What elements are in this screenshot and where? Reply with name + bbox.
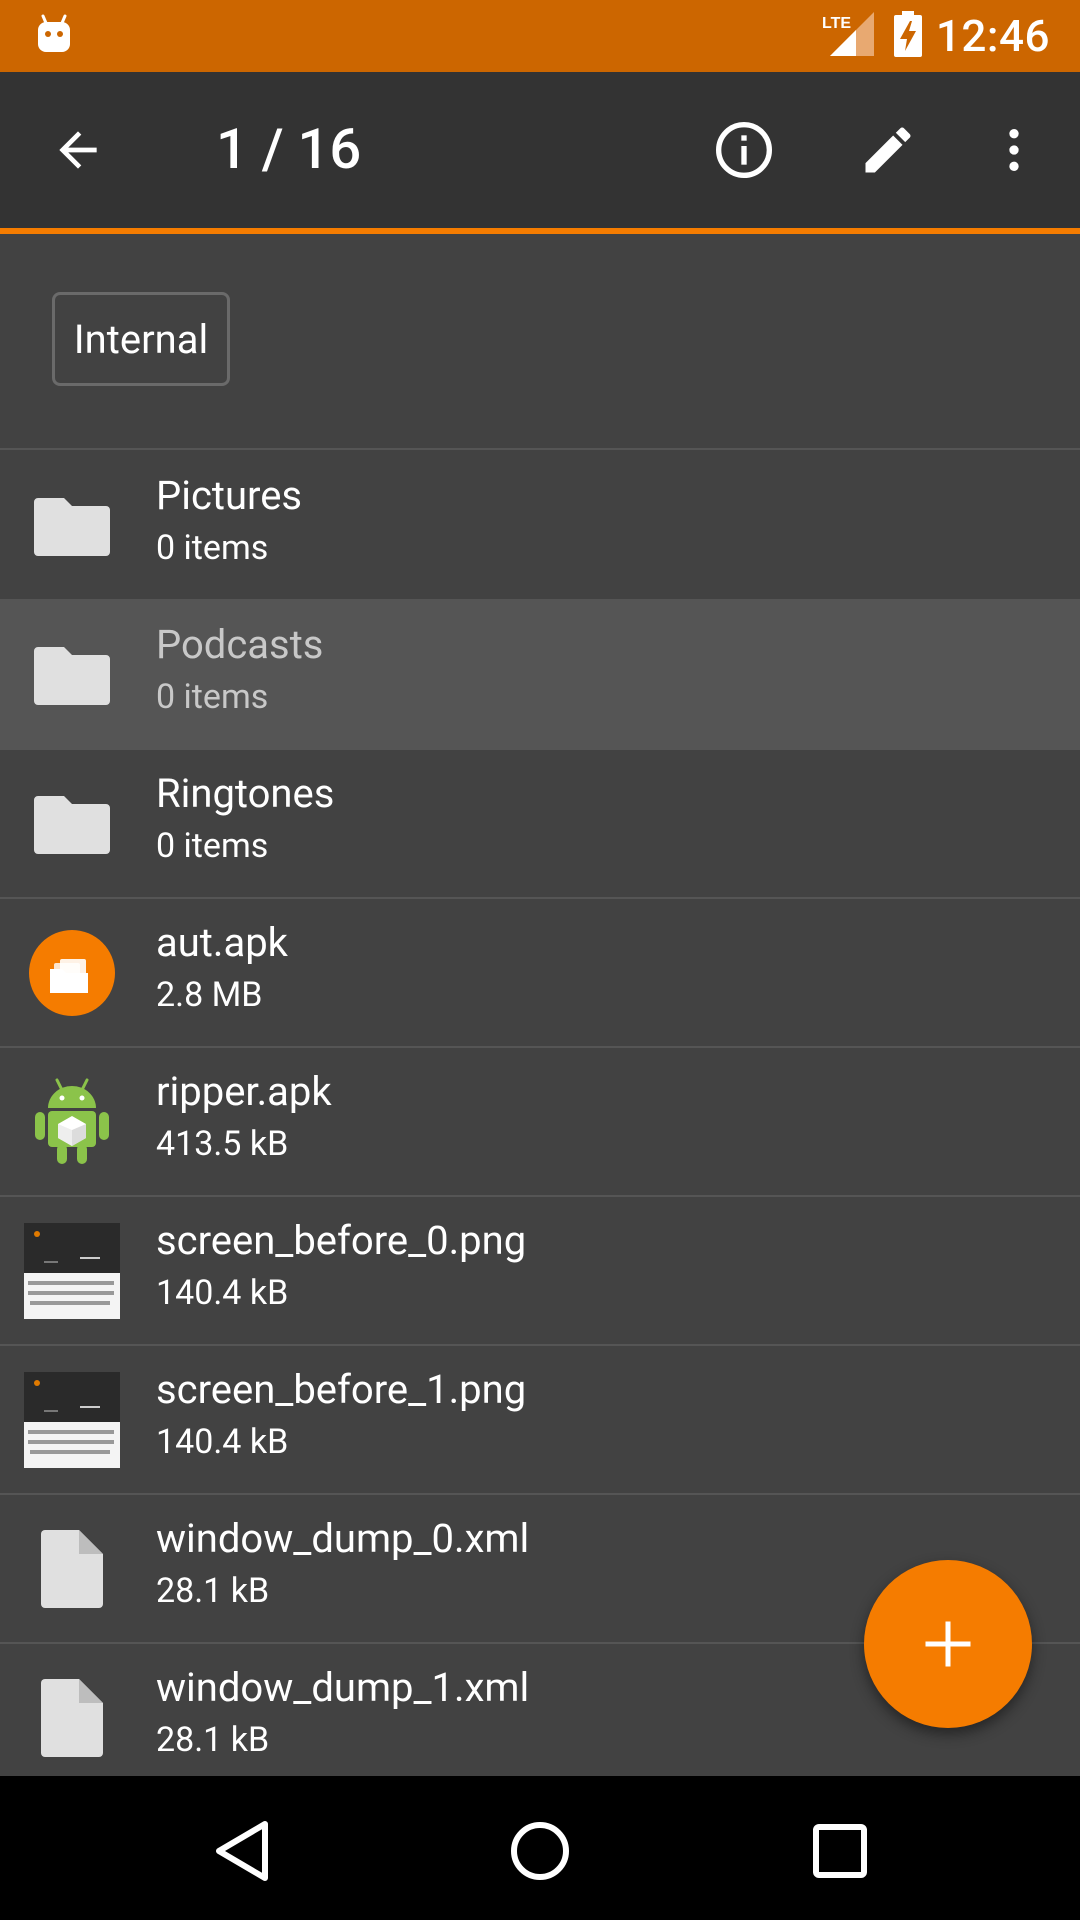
list-item[interactable]: ripper.apk 413.5 kB <box>0 1048 1080 1197</box>
battery-charging-icon <box>893 11 922 61</box>
edit-pencil-icon[interactable] <box>846 108 930 192</box>
toolbar: 1 / 16 <box>0 72 1080 234</box>
file-name: screen_before_1.png <box>156 1366 527 1413</box>
file-name: Ringtones <box>156 770 335 817</box>
file-detail: 2.8 MB <box>156 975 263 1015</box>
android-debug-icon <box>34 14 74 58</box>
list-item[interactable]: aut.apk 2.8 MB <box>0 899 1080 1048</box>
back-arrow-icon[interactable] <box>36 108 120 192</box>
lte-label: LTE <box>822 15 851 32</box>
file-detail: 0 items <box>156 528 269 568</box>
nav-recents-icon[interactable] <box>795 1806 885 1896</box>
file-name: Podcasts <box>156 621 324 668</box>
nav-home-icon[interactable] <box>495 1806 585 1896</box>
file-name: aut.apk <box>156 919 288 966</box>
file-detail: 140.4 kB <box>156 1273 289 1313</box>
list-item[interactable]: Pictures 0 items <box>0 452 1080 601</box>
file-detail: 0 items <box>156 677 269 717</box>
more-vert-icon[interactable] <box>972 108 1056 192</box>
list-item[interactable]: screen_before_0.png 140.4 kB <box>0 1197 1080 1346</box>
file-detail: 28.1 kB <box>156 1720 270 1760</box>
list-item[interactable]: Ringtones 0 items <box>0 750 1080 899</box>
folder-icon <box>24 629 120 721</box>
file-icon <box>24 1672 120 1764</box>
file-name: screen_before_0.png <box>156 1217 527 1264</box>
image-thumbnail <box>24 1372 120 1468</box>
page-title: 1 / 16 <box>216 116 362 182</box>
storage-chip-internal[interactable]: Internal <box>52 292 230 386</box>
file-detail: 28.1 kB <box>156 1571 270 1611</box>
folder-icon <box>24 480 120 572</box>
status-bar: LTE 12:46 <box>0 0 1080 72</box>
image-thumbnail <box>24 1223 120 1319</box>
info-icon[interactable] <box>702 108 786 192</box>
plus-icon <box>925 1621 971 1667</box>
add-fab-button[interactable] <box>864 1560 1032 1728</box>
file-name: window_dump_0.xml <box>156 1515 530 1562</box>
file-name: window_dump_1.xml <box>156 1664 530 1711</box>
lte-signal-icon: LTE <box>820 10 880 62</box>
file-icon <box>24 1523 120 1615</box>
file-detail: 140.4 kB <box>156 1422 289 1462</box>
android-apk-icon <box>24 1076 120 1168</box>
file-detail: 413.5 kB <box>156 1124 289 1164</box>
folder-icon <box>24 778 120 870</box>
file-name: ripper.apk <box>156 1068 332 1115</box>
file-detail: 0 items <box>156 826 269 866</box>
navigation-bar <box>0 1776 1080 1920</box>
breadcrumb: Internal <box>0 240 1080 450</box>
file-name: Pictures <box>156 472 303 519</box>
list-item[interactable]: screen_before_1.png 140.4 kB <box>0 1346 1080 1495</box>
nav-back-icon[interactable] <box>196 1806 286 1896</box>
list-item[interactable]: Podcasts 0 items <box>0 601 1080 750</box>
status-time: 12:46 <box>935 10 1050 62</box>
app-apk-icon <box>24 927 120 1019</box>
